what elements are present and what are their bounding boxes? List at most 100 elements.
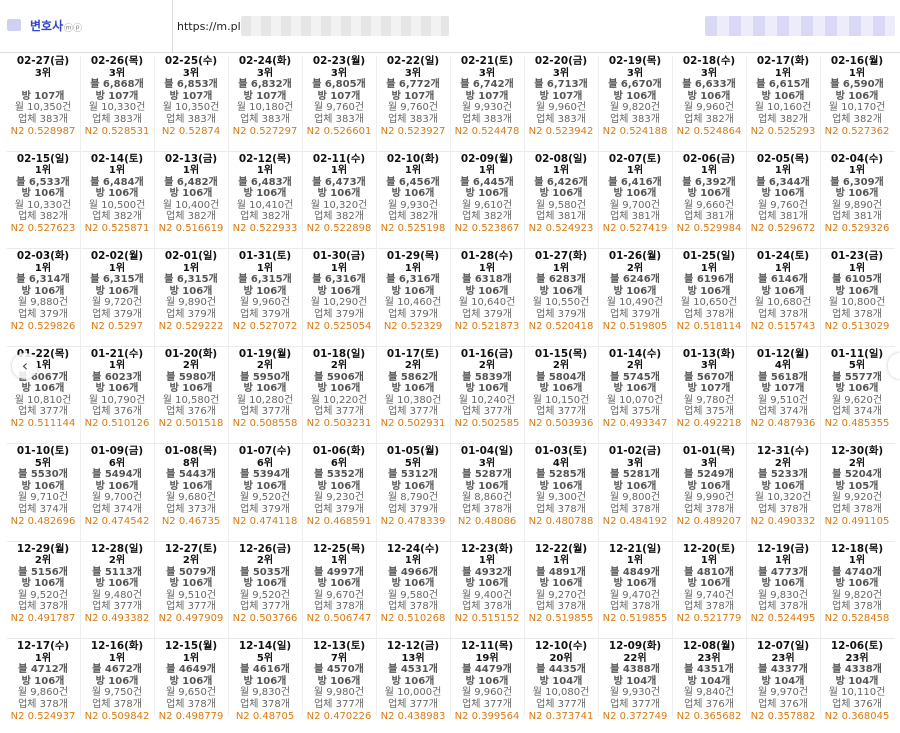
day-rank: 1위: [34, 652, 52, 664]
day-cell: 02-27(금) 3위 방 107개 월 10,350건 업체 383개 N2 0.52…: [7, 55, 79, 148]
day-vis: 방 106개: [835, 383, 879, 395]
column-divider: [598, 56, 599, 716]
day-cell: 02-08(일) 1위 블 6,426개 방 106개 월 9,580건 업체 381개 N…: [525, 153, 597, 246]
day-rank: 23위: [845, 652, 869, 664]
day-mon: 월 10,150건: [532, 394, 590, 406]
day-vis: 방 106개: [95, 285, 139, 297]
day-cell: 02-09(월) 1위 블 6,445개 방 106개 월 9,610건 업체 382개 N…: [451, 153, 523, 246]
day-cell: 12-08(월) 23위 블 4351개 방 104개 월 9,840건 업체 376개 N…: [673, 640, 745, 733]
day-biz: 업체 381개: [832, 211, 882, 223]
search-keyword-box[interactable]: 변호사 ⓜⓟ: [0, 0, 173, 52]
day-vis: 방 106개: [465, 285, 509, 297]
day-date: 01-19(월): [238, 347, 292, 360]
day-rev: 블 5281개: [610, 469, 660, 481]
day-date: 12-18(목): [830, 542, 884, 555]
day-cell: 12-10(수) 20위 블 4435개 방 104개 월 10,080건 업체 377개…: [525, 640, 597, 733]
day-date: 02-11(수): [312, 152, 366, 165]
day-date: 02-27(금): [16, 55, 70, 67]
day-cell: 01-10(토) 5위 블 5530개 방 106개 월 9,710건 업체 374개 N2…: [7, 445, 79, 538]
day-rank: 1위: [256, 262, 274, 274]
day-rank: 5위: [848, 360, 866, 372]
day-vis: 방 106개: [761, 285, 805, 297]
day-rank: 1위: [774, 165, 792, 177]
day-mon: 월 9,960건: [535, 102, 587, 114]
day-mon: 월 9,400건: [461, 589, 513, 601]
day-rank: 1위: [404, 262, 422, 274]
day-mon: 월 10,380건: [384, 394, 442, 406]
day-n2: N2 0.523942: [528, 125, 594, 137]
day-rev: 블 5079개: [166, 566, 216, 578]
day-vis: 방 106개: [835, 285, 879, 297]
day-rank: 20위: [549, 652, 573, 664]
day-date: 12-15(월): [164, 640, 218, 652]
day-n2: N2 0.529222: [158, 320, 224, 332]
day-mon: 월 10,580건: [162, 394, 220, 406]
day-cell: 01-09(금) 6위 블 5494개 방 106개 월 9,700건 업체 374개 N2…: [81, 445, 153, 538]
day-rev: 블 6,533개: [16, 176, 70, 188]
day-rank: 3위: [34, 67, 52, 79]
column-divider: [302, 56, 303, 716]
day-rank: 2위: [848, 457, 866, 469]
day-cell: 01-05(월) 5위 블 5312개 방 106개 월 8,790건 업체 379개 N2…: [377, 445, 449, 538]
day-biz: 업체 382개: [314, 211, 364, 223]
day-date: 02-18(수): [682, 55, 736, 67]
day-rev: 블 6,483개: [238, 176, 292, 188]
day-cell: 01-17(토) 2위 블 5862개 방 106개 월 10,380건 업체 377개 N…: [377, 347, 449, 441]
day-mon: 월 10,350건: [162, 102, 220, 114]
day-rank: 1위: [182, 262, 200, 274]
day-rank: 3위: [700, 457, 718, 469]
day-biz: 업체 382개: [18, 211, 68, 223]
day-date: 01-17(토): [386, 347, 440, 360]
day-rev: 블 6,445개: [460, 176, 514, 188]
day-vis: 방 106개: [391, 285, 435, 297]
day-mon: 월 9,270건: [535, 589, 587, 601]
day-cell: 12-18(목) 1위 블 4740개 방 106개 월 9,820건 업체 378개 N2…: [821, 542, 893, 636]
day-rev: 블 5804개: [536, 371, 586, 383]
day-vis: 방 106개: [21, 383, 65, 395]
day-mon: 월 10,320건: [754, 492, 812, 504]
day-biz: 업체 377개: [166, 601, 216, 613]
day-date: 01-03(토): [534, 445, 588, 457]
day-biz: 업체 379개: [240, 503, 290, 515]
day-rank: 1위: [108, 360, 126, 372]
day-vis: 방 106개: [465, 480, 509, 492]
day-rank: 1위: [700, 262, 718, 274]
day-n2: N2 0.52329: [383, 320, 443, 332]
day-n2: N2 0.523927: [380, 125, 446, 137]
info-icon[interactable]: ⓜⓟ: [64, 21, 82, 34]
day-vis: 방 106개: [21, 480, 65, 492]
day-cell: 12-25(목) 1위 블 4997개 방 106개 월 9,670건 업체 378개 N2…: [303, 543, 375, 636]
day-n2: N2 0.501518: [158, 418, 224, 430]
day-biz: 업체 377개: [240, 601, 290, 613]
day-mon: 월 9,990건: [683, 492, 735, 504]
day-cell: 12-29(월) 2위 블 5156개 방 106개 월 9,520건 업체 378개 N2…: [7, 543, 79, 636]
day-biz: 업체 383개: [462, 113, 512, 125]
day-cell: 01-15(목) 2위 블 5804개 방 106개 월 10,150건 업체 377개 N…: [525, 348, 597, 441]
day-biz: 업체 377개: [536, 698, 586, 710]
day-biz: 업체 374개: [832, 406, 882, 418]
day-mon: 월 10,170건: [828, 102, 886, 114]
day-biz: 업체 379개: [18, 308, 68, 320]
day-biz: 업체 379개: [388, 308, 438, 320]
day-biz: 업체 379개: [388, 503, 438, 515]
day-cell: 12-26(금) 2위 블 5035개 방 106개 월 9,520건 업체 377개 N2…: [229, 543, 301, 636]
day-date: 01-31(토): [238, 250, 292, 262]
day-cell: 01-12(월) 4위 블 5618개 방 107개 월 9,510건 업체 374개 N2…: [747, 348, 819, 441]
day-vis: 방 104개: [613, 675, 657, 687]
day-cell: 02-22(일) 3위 블 6,772개 방 107개 월 9,760건 업체 383개 N…: [377, 55, 449, 148]
column-divider: [524, 56, 525, 716]
day-rev: 블 6,315개: [164, 274, 218, 286]
day-rev: 블 6,392개: [682, 176, 736, 188]
day-rev: 블 6283개: [536, 274, 586, 286]
day-rev: 블 6,426개: [534, 176, 588, 188]
day-n2: N2 0.490332: [750, 515, 816, 527]
day-biz: 업체 378개: [832, 503, 882, 515]
prev-arrow-icon[interactable]: ‹: [12, 353, 38, 379]
day-rev: 블 5443개: [166, 469, 216, 481]
day-rev: 블 5577개: [832, 371, 882, 383]
day-cell: 12-19(금) 1위 블 4773개 방 106개 월 9,830건 업체 378개 N2…: [747, 543, 819, 636]
column-divider: [228, 56, 229, 716]
day-vis: 방 106개: [761, 188, 805, 200]
day-rev: 블 6,615개: [756, 79, 810, 91]
day-date: 02-26(목): [90, 55, 144, 67]
